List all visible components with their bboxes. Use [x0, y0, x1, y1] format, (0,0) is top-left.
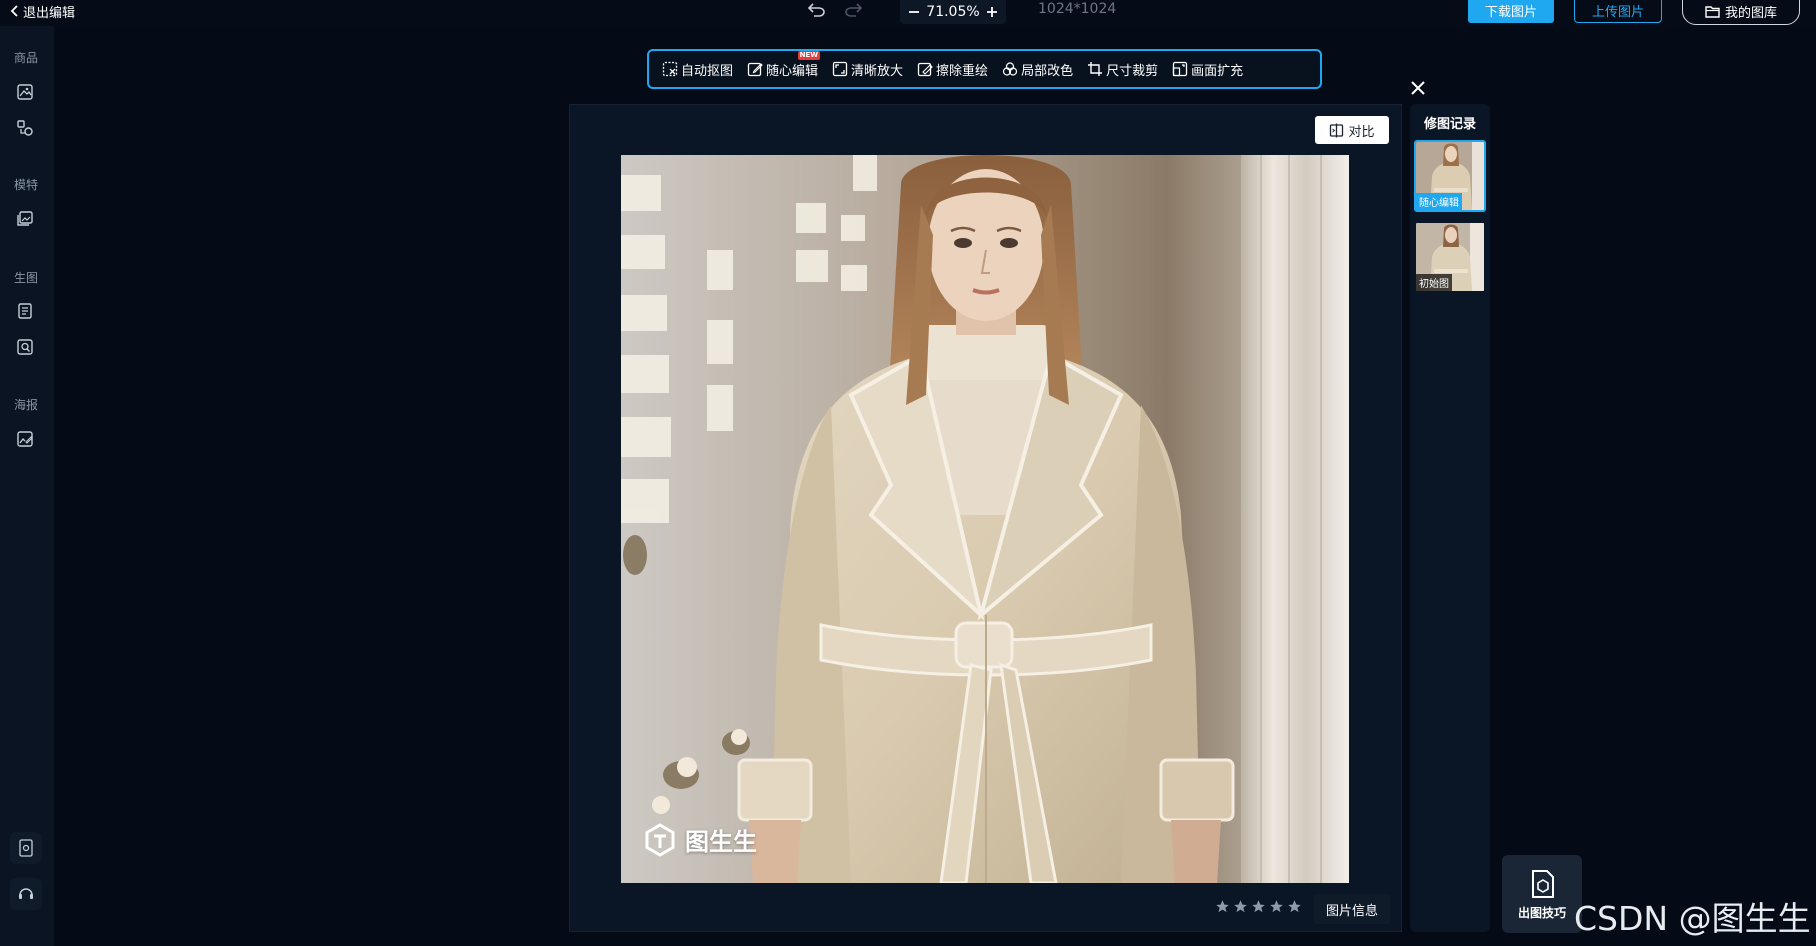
model-tool[interactable] [14, 208, 36, 230]
star-icon[interactable] [1287, 899, 1302, 914]
tool-erase-redraw[interactable]: 擦除重绘 [910, 54, 995, 84]
star-rating [1215, 899, 1302, 914]
folder-icon [1705, 5, 1720, 18]
download-image-button[interactable]: 下载图片 [1468, 0, 1554, 23]
customer-service-button[interactable] [10, 878, 42, 910]
section-label-poster: 海报 [13, 398, 38, 412]
tool-upscale-label: 清晰放大 [851, 63, 904, 79]
tool-expand[interactable]: 画面扩充 [1165, 54, 1250, 84]
left-sidebar: 商品 模特 生图 海报 [0, 26, 54, 946]
cutout-icon [662, 61, 678, 77]
star-icon[interactable] [1233, 899, 1248, 914]
star-icon[interactable] [1269, 899, 1284, 914]
star-icon[interactable] [1215, 899, 1230, 914]
exit-edit-label: 退出编辑 [23, 5, 76, 21]
redo-button[interactable] [842, 0, 864, 20]
edit-history-title: 修图记录 [1423, 117, 1476, 132]
eraser-icon [917, 62, 933, 77]
poster-tool[interactable] [14, 428, 36, 450]
tool-free-edit[interactable]: 随心编辑 NEW [740, 51, 825, 84]
upload-image-button[interactable]: 上传图片 [1574, 0, 1662, 23]
my-gallery-label: 我的图库 [1724, 6, 1777, 21]
tool-auto-cutout-label: 自动抠图 [681, 63, 734, 79]
tool-free-edit-label: 随心编辑 [766, 63, 819, 79]
tips-label: 出图技巧 [1517, 906, 1566, 920]
section-label-models: 模特 [13, 178, 38, 192]
generate-search-tool[interactable] [14, 336, 36, 358]
tool-crop[interactable]: 尺寸裁剪 [1080, 54, 1165, 84]
image-dimensions: 1024*1024 [1038, 1, 1117, 17]
compare-button[interactable]: 对比 [1315, 116, 1389, 144]
product-image-tool[interactable] [14, 81, 36, 103]
color-icon [1002, 62, 1018, 76]
crop-icon [1088, 62, 1103, 76]
undo-button[interactable] [806, 0, 828, 20]
tool-recolor-label: 局部改色 [1021, 63, 1074, 79]
section-label-generate: 生图 [13, 271, 38, 285]
plus-icon [986, 7, 997, 17]
headset-icon [19, 888, 33, 899]
poster-edit-icon [17, 431, 33, 447]
gallery-icon [17, 211, 33, 226]
exit-edit-button[interactable]: 退出编辑 [10, 1, 75, 21]
tool-auto-cutout[interactable]: 自动抠图 [655, 54, 740, 84]
document-settings-icon [19, 839, 33, 857]
section-label-products: 商品 [13, 51, 38, 65]
enlarge-icon [832, 61, 848, 77]
minus-icon [909, 11, 919, 13]
history-item-free-edit[interactable]: 随心编辑 [1414, 140, 1486, 212]
tool-recolor[interactable]: 局部改色 [995, 54, 1080, 84]
zoom-out-button[interactable] [906, 4, 922, 20]
tool-expand-label: 画面扩充 [1191, 63, 1244, 79]
history-controls [806, 0, 864, 20]
edit-toolbar: 自动抠图 随心编辑 NEW 清晰放大 擦除重绘 局部改色 尺寸裁剪 画面扩充 [647, 49, 1322, 89]
product-shape-tool[interactable] [14, 117, 36, 139]
top-bar: 退出编辑 71.05% 1024*1024 下载图片 上传图片 我的图库 [0, 0, 1816, 26]
history-item-label: 随心编辑 [1416, 193, 1462, 210]
watermark-logo-icon [643, 822, 677, 857]
zoom-value: 71.05% [926, 4, 980, 20]
watermark-text: 图生生 [685, 828, 757, 856]
document-icon [18, 303, 32, 319]
compare-label: 对比 [1348, 124, 1375, 140]
redo-icon [845, 3, 862, 17]
zoom-in-button[interactable] [984, 4, 1000, 20]
history-item-label: 初始图 [1416, 274, 1452, 291]
tool-upscale[interactable]: 清晰放大 [825, 54, 910, 84]
history-item-original[interactable]: 初始图 [1414, 221, 1486, 293]
compare-icon [1330, 123, 1344, 137]
tool-erase-redraw-label: 擦除重绘 [936, 63, 989, 79]
new-badge: NEW [797, 51, 821, 60]
generate-tool[interactable] [14, 300, 36, 322]
expand-icon [1172, 61, 1188, 77]
generation-tips-button[interactable]: 出图技巧 [1502, 855, 1582, 933]
image-search-icon [17, 339, 33, 355]
csdn-credit-watermark: CSDN @图生生 [1574, 899, 1811, 938]
edited-image[interactable]: 图生生 [621, 155, 1349, 883]
zoom-control: 71.05% [900, 0, 1006, 24]
image-info-button[interactable]: 图片信息 [1314, 894, 1390, 924]
image-edit-icon [17, 84, 33, 100]
help-doc-button[interactable] [10, 832, 42, 864]
tool-crop-label: 尺寸裁剪 [1106, 63, 1159, 79]
my-gallery-button[interactable]: 我的图库 [1682, 0, 1800, 25]
close-button[interactable] [1407, 77, 1429, 99]
chevron-left-icon [10, 5, 20, 17]
shapes-icon [17, 120, 33, 136]
star-icon[interactable] [1251, 899, 1266, 914]
tips-icon [1530, 869, 1556, 899]
watermark: 图生生 [643, 822, 757, 857]
close-icon [1411, 81, 1425, 95]
edit-icon [747, 62, 763, 77]
undo-icon [808, 3, 825, 17]
model-coat-photo [621, 155, 1349, 883]
